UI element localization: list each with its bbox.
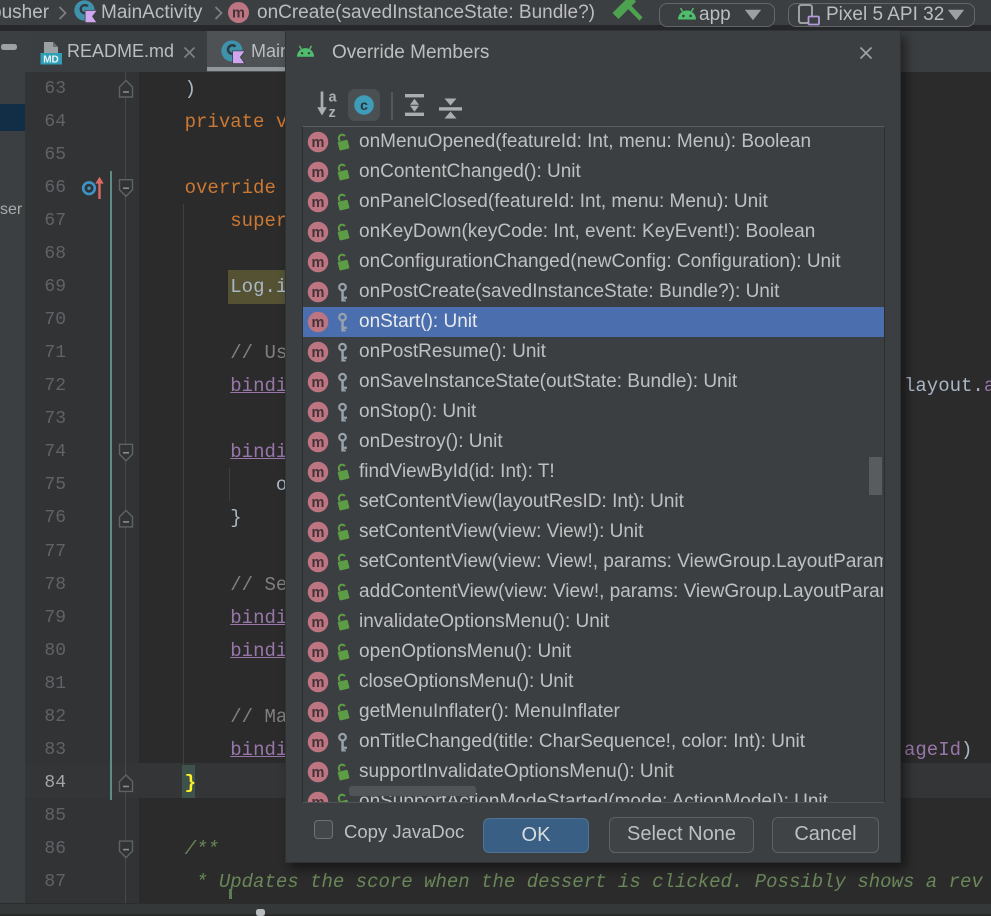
- svg-text:m: m: [312, 525, 325, 541]
- svg-text:m: m: [312, 135, 325, 151]
- svg-text:a: a: [329, 90, 338, 106]
- svg-text:m: m: [312, 615, 325, 631]
- svg-text:m: m: [312, 165, 325, 181]
- svg-text:m: m: [312, 345, 325, 361]
- svg-text:m: m: [312, 645, 325, 661]
- svg-text:m: m: [312, 495, 325, 511]
- svg-text:m: m: [312, 225, 325, 241]
- svg-text:m: m: [312, 795, 325, 802]
- svg-text:c: c: [360, 97, 368, 113]
- svg-text:m: m: [312, 435, 325, 451]
- svg-text:z: z: [329, 105, 336, 119]
- svg-text:m: m: [312, 375, 325, 391]
- svg-text:m: m: [312, 765, 325, 781]
- svg-text:m: m: [312, 405, 325, 421]
- svg-text:m: m: [312, 705, 325, 721]
- svg-text:m: m: [312, 555, 325, 571]
- svg-text:m: m: [312, 465, 325, 481]
- svg-text:m: m: [312, 195, 325, 211]
- svg-text:m: m: [312, 285, 325, 301]
- svg-text:m: m: [312, 585, 325, 601]
- svg-text:m: m: [312, 735, 325, 751]
- svg-text:m: m: [312, 255, 325, 271]
- svg-text:MD: MD: [43, 55, 59, 66]
- svg-text:m: m: [312, 675, 325, 691]
- svg-text:m: m: [232, 5, 245, 21]
- svg-text:m: m: [312, 315, 325, 331]
